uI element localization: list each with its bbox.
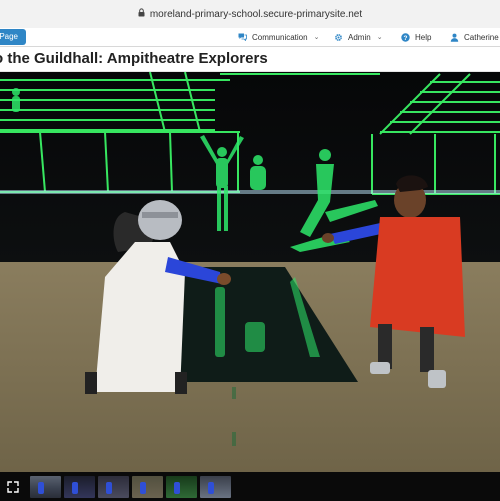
chat-icon (238, 33, 247, 42)
gallery-photo[interactable] (0, 72, 500, 472)
gear-icon (334, 33, 342, 41)
expand-icon[interactable] (2, 476, 24, 498)
url-text[interactable]: moreland-primary-school.secure-primarysi… (150, 9, 362, 20)
site-nav-bar: Home Page Communication ⌄ Admin ⌄ ? Help… (0, 28, 500, 47)
thumbnail-list (30, 475, 231, 498)
nav-label-communication: Communication (252, 32, 308, 42)
thumbnail[interactable] (166, 475, 197, 498)
nav-item-help[interactable]: ? Help (401, 33, 431, 42)
nav-label-user: Catherine I (464, 32, 500, 42)
user-icon (450, 33, 459, 42)
thumbnail[interactable] (200, 475, 231, 498)
svg-text:?: ? (404, 35, 408, 42)
gallery-filmstrip (0, 472, 500, 501)
chevron-down-icon: ⌄ (313, 34, 320, 41)
nav-item-communication[interactable]: Communication ⌄ (238, 33, 319, 42)
nav-item-admin[interactable]: Admin ⌄ (334, 33, 383, 42)
home-page-button[interactable]: Home Page (0, 29, 26, 45)
page-title-bar: o the Guildhall: Ampitheatre Explorers (0, 47, 500, 72)
thumbnail[interactable] (132, 475, 163, 498)
nav-label-help: Help (415, 32, 432, 42)
thumbnail[interactable] (98, 475, 129, 498)
nav-label-admin: Admin (348, 32, 371, 42)
photo-scene (0, 72, 500, 472)
lock-icon (138, 8, 145, 20)
page-title: o the Guildhall: Ampitheatre Explorers (0, 50, 268, 67)
thumbnail[interactable] (64, 475, 95, 498)
chevron-down-icon: ⌄ (376, 34, 383, 41)
browser-address-bar[interactable]: moreland-primary-school.secure-primarysi… (0, 0, 500, 29)
nav-item-user[interactable]: Catherine I (450, 33, 500, 42)
thumbnail[interactable] (30, 475, 61, 498)
question-icon: ? (401, 33, 410, 42)
